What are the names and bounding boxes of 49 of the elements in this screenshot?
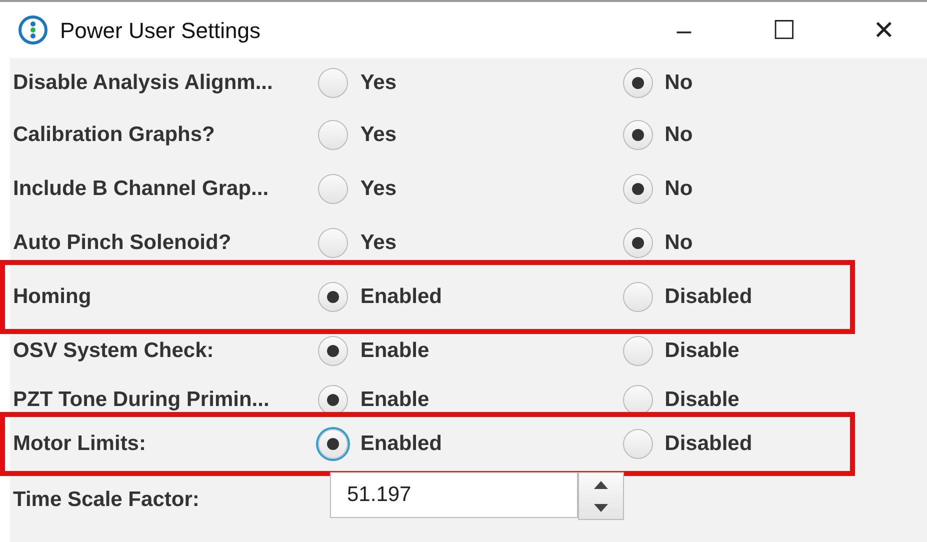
setting-label: OSV System Check:	[13, 338, 215, 364]
radio-button[interactable]	[622, 68, 653, 98]
window-title: Power User Settings	[60, 16, 261, 45]
radio-option[interactable]: Enable	[318, 384, 623, 416]
setting-label: Auto Pinch Solenoid?	[13, 230, 232, 256]
caret-down-icon	[594, 504, 608, 512]
radio-button[interactable]	[622, 336, 653, 366]
radio-option[interactable]: Yes	[318, 119, 623, 151]
radio-option[interactable]: No	[622, 67, 927, 99]
setting-label: Time Scale Factor:	[13, 487, 200, 513]
radio-option[interactable]: Disable	[622, 384, 927, 416]
radio-option[interactable]: Disabled	[622, 281, 927, 313]
radio-option[interactable]: Disable	[622, 335, 927, 367]
radio-button[interactable]	[318, 429, 348, 459]
radio-option[interactable]: Yes	[318, 227, 623, 259]
radio-button[interactable]	[622, 174, 653, 204]
radio-button[interactable]	[622, 228, 653, 258]
minimize-button[interactable]: –	[649, 2, 719, 58]
radio-option[interactable]: Disabled	[622, 428, 927, 460]
radio-button[interactable]	[622, 282, 653, 312]
radio-button[interactable]	[318, 68, 348, 98]
radio-button[interactable]	[318, 282, 348, 312]
maximize-button[interactable]: ☐	[749, 2, 819, 58]
setting-label: Disable Analysis Alignm...	[13, 70, 274, 96]
radio-button[interactable]	[318, 385, 348, 415]
radio-option[interactable]: No	[622, 119, 927, 151]
radio-option[interactable]: No	[622, 227, 927, 259]
setting-label: Motor Limits:	[13, 431, 147, 458]
close-button[interactable]: ✕	[849, 2, 919, 58]
radio-button[interactable]	[622, 429, 653, 459]
setting-label: PZT Tone During Primin...	[13, 387, 270, 414]
radio-button[interactable]	[318, 228, 348, 258]
radio-button[interactable]	[318, 120, 348, 150]
radio-option[interactable]: Yes	[318, 173, 623, 205]
setting-label: Homing	[13, 284, 92, 310]
radio-option[interactable]: No	[622, 173, 927, 205]
radio-button[interactable]	[318, 174, 348, 204]
setting-label: Include B Channel Grap...	[13, 176, 270, 202]
setting-label: Calibration Graphs?	[13, 122, 216, 148]
radio-button[interactable]	[622, 385, 653, 415]
radio-option[interactable]: Enabled	[318, 281, 623, 313]
caret-up-icon	[594, 480, 608, 488]
radio-button[interactable]	[318, 336, 348, 366]
radio-button[interactable]	[622, 120, 653, 150]
radio-option[interactable]: Enabled	[318, 428, 623, 460]
number-field[interactable]: 51.197	[330, 472, 578, 518]
app-icon	[18, 15, 48, 45]
radio-option[interactable]: Enable	[318, 335, 623, 367]
radio-option[interactable]: Yes	[318, 67, 623, 99]
